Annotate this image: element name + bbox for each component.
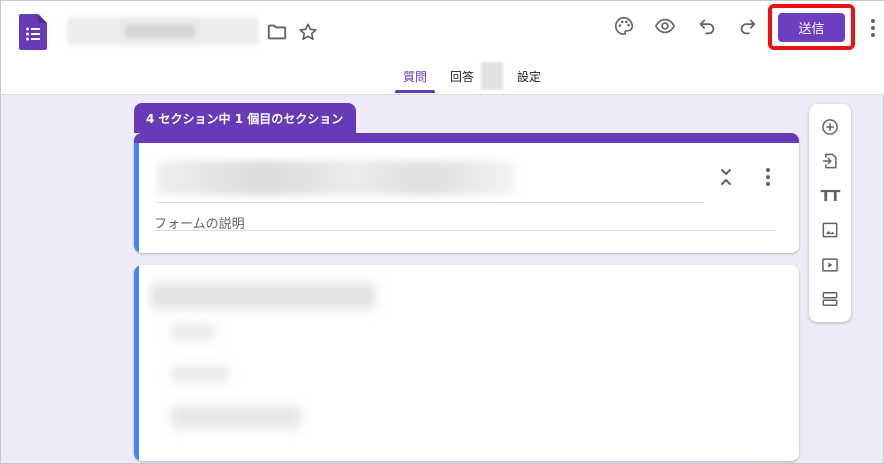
folder-icon[interactable] [263,18,291,46]
form-title-field[interactable] [67,17,259,45]
section-label: 4 セクション中 1 個目のセクション [134,103,356,133]
star-icon[interactable] [294,18,322,46]
title-underline [156,202,704,203]
option-blurred [170,405,302,429]
tab-questions[interactable]: 質問 [403,68,427,92]
send-button-highlight: 送信 [768,4,855,50]
card-focus-indicator [134,265,139,461]
form-header-card[interactable]: フォームの説明 [134,133,799,253]
add-image-icon[interactable] [818,218,842,242]
section-title-input[interactable] [156,161,516,195]
redo-icon[interactable] [734,12,762,40]
card-focus-indicator [134,143,139,253]
palette-icon[interactable] [610,12,638,40]
top-app-bar: 送信 質問 回答 設定 [1,1,884,95]
google-forms-icon[interactable] [19,14,47,50]
section-more-vert-icon[interactable] [760,165,776,189]
add-question-icon[interactable] [818,115,842,139]
option-blurred [170,365,230,383]
tab-settings[interactable]: 設定 [517,68,541,92]
undo-icon[interactable] [693,12,721,40]
question-title-blurred [150,283,376,309]
floating-toolbar: TT [809,104,851,322]
description-underline [154,230,776,231]
option-blurred [170,323,216,341]
add-section-icon[interactable] [818,287,842,311]
active-tab-indicator [395,90,435,93]
more-vert-icon[interactable] [865,15,881,43]
tab-bar: 質問 回答 設定 [1,61,884,95]
add-title-icon[interactable]: TT [818,184,842,208]
import-questions-icon[interactable] [818,149,842,173]
collapse-section-icon[interactable] [714,165,738,189]
add-video-icon[interactable] [818,253,842,277]
question-card[interactable] [134,265,799,461]
preview-eye-icon[interactable] [651,12,679,40]
response-count-badge [481,62,503,90]
tab-responses[interactable]: 回答 [450,68,474,92]
send-button[interactable]: 送信 [778,13,845,42]
